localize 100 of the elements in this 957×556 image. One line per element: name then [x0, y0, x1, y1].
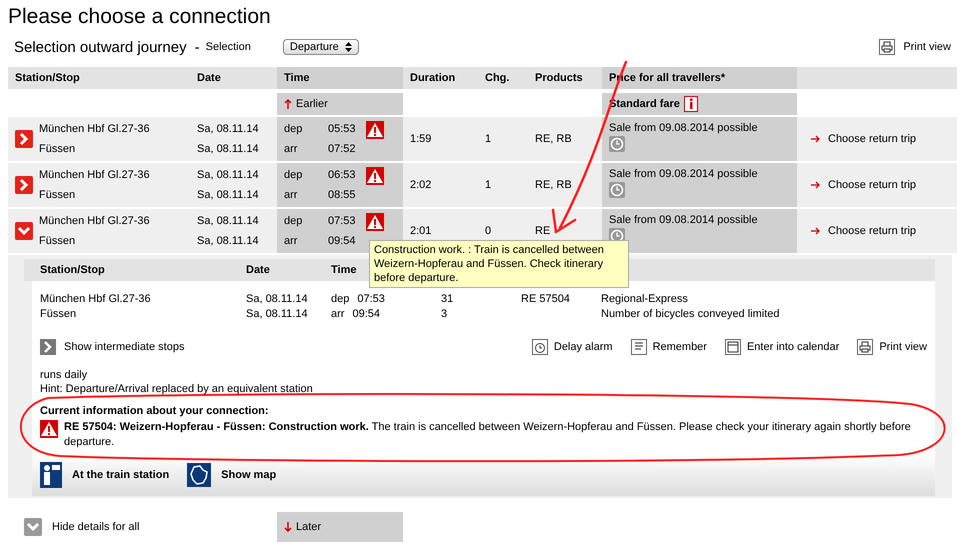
action-link[interactable]: Delay alarm	[554, 341, 613, 353]
column-header: Station/Stop	[40, 264, 105, 276]
date-text: Sa, 08.11.14	[197, 189, 260, 201]
page-title: Please choose a connection	[8, 5, 272, 29]
date-text: Sa, 08.11.14	[197, 235, 260, 247]
return-trip-link[interactable]: Choose return trip	[828, 179, 916, 191]
tooltip: Construction work. : Train is cancelled between Weizern-Hopferau and Füssen. Check itinerary before departure.	[369, 240, 629, 288]
notepad-icon	[630, 339, 647, 355]
info-message: RE 57504: Weizern-Hopferau - Füssen: Construction work. The train is cancelled between Weizern-Hopferau and Füssen. Please check your itinerary again shortly before departure.	[64, 420, 912, 450]
station-name: München Hbf Gl.27-36	[39, 215, 150, 227]
train-note: Number of bicycles conveyed limited	[601, 308, 781, 320]
link[interactable]: At the train station	[72, 469, 170, 481]
date-text: Sa, 08.11.14	[197, 215, 260, 227]
selection-dropdown[interactable]: Departure	[282, 39, 359, 55]
column-header: Date	[246, 264, 270, 276]
price-note: Sale from 09.08.2014 possible	[609, 214, 759, 226]
column-header: Time	[331, 264, 356, 276]
date-text: Sa, 08.11.14	[197, 123, 260, 135]
date-text: Sa, 08.11.14	[246, 308, 309, 320]
down-arrow-icon	[284, 522, 292, 532]
action-link[interactable]: Print view	[879, 341, 927, 353]
printer-icon	[879, 39, 896, 55]
expand-icon[interactable]	[15, 176, 33, 194]
time-text: 05:53	[328, 123, 357, 135]
info-station-icon	[40, 462, 62, 488]
expand-icon[interactable]	[40, 339, 56, 355]
date-text: Sa, 08.11.14	[197, 143, 260, 155]
time-text: 08:55	[328, 189, 357, 201]
platform-text: 31	[441, 292, 454, 304]
platform-text: 3	[441, 308, 448, 320]
later-link[interactable]: Later	[296, 521, 322, 533]
stepper-icon	[344, 42, 352, 52]
stop-type: arr	[284, 143, 298, 155]
changes-text: 1	[485, 133, 492, 145]
clock-icon	[609, 182, 625, 198]
products-text: RE, RB	[535, 179, 573, 191]
expand-icon[interactable]	[15, 222, 33, 240]
station-name: Füssen	[40, 308, 78, 320]
products-text: RE	[535, 225, 552, 237]
stop-type: dep	[284, 123, 304, 135]
info-icon[interactable]	[684, 96, 698, 112]
clock-icon	[609, 136, 625, 152]
arrow-icon	[811, 227, 820, 235]
calendar-icon	[724, 339, 741, 355]
date-text: Sa, 08.11.14	[197, 169, 260, 181]
train-number: RE 57504	[521, 292, 570, 304]
price-note: Sale from 09.08.2014 possible	[609, 168, 759, 180]
column-header: Time	[284, 72, 310, 84]
column-header: Station/Stop	[15, 72, 80, 84]
map-icon	[187, 463, 212, 487]
changes-text: 0	[485, 225, 492, 237]
print-view-link[interactable]: Print view	[903, 41, 951, 53]
time-text: 09:54	[352, 308, 380, 320]
changes-text: 1	[485, 179, 492, 191]
duration-text: 1:59	[410, 133, 432, 145]
column-header: Products	[535, 72, 583, 84]
duration-text: 2:02	[410, 179, 432, 191]
stop-type: dep	[331, 292, 350, 304]
station-name: Füssen	[39, 235, 76, 247]
products-text: RE, RB	[535, 133, 573, 145]
return-trip-link[interactable]: Choose return trip	[828, 225, 916, 237]
action-link[interactable]: Enter into calendar	[746, 341, 840, 353]
collapse-icon[interactable]	[24, 518, 42, 536]
section-title: Selection outward journey	[14, 38, 187, 56]
up-arrow-icon	[284, 99, 292, 109]
stop-type: dep	[284, 215, 304, 227]
date-text: Sa, 08.11.14	[246, 292, 309, 304]
arrow-icon	[811, 181, 820, 189]
time-text: 06:53	[328, 169, 357, 181]
return-trip-link[interactable]: Choose return trip	[828, 133, 916, 145]
time-text: 07:52	[328, 143, 357, 155]
station-name: München Hbf Gl.27-36	[40, 292, 152, 304]
earlier-link[interactable]: Earlier	[296, 98, 328, 110]
duration-text: 2:01	[410, 225, 432, 237]
selection-label: Selection	[206, 41, 251, 53]
stop-type: arr	[284, 189, 298, 201]
expand-icon[interactable]	[15, 130, 33, 148]
train-note: Regional-Express	[601, 292, 689, 304]
link[interactable]: Show map	[221, 469, 276, 481]
stop-type: arr	[284, 235, 298, 247]
time-text: 09:54	[328, 235, 357, 247]
stop-type: dep	[284, 169, 304, 181]
price-note: Sale from 09.08.2014 possible	[609, 122, 759, 134]
station-name: München Hbf Gl.27-36	[39, 123, 150, 135]
arrow-icon	[811, 135, 820, 143]
info-heading: Current information about your connection:	[40, 405, 270, 417]
column-header: Date	[197, 72, 221, 84]
printer-icon	[857, 339, 874, 355]
hide-details-link[interactable]: Hide details for all	[52, 521, 140, 533]
column-header: Duration	[410, 72, 456, 84]
station-name: Füssen	[39, 143, 76, 155]
time-text: 07:53	[328, 215, 357, 227]
note-text: Hint: Departure/Arrival replaced by an equivalent station	[40, 383, 314, 395]
action-link[interactable]: Remember	[652, 341, 707, 353]
separator: -	[194, 38, 200, 56]
note-text: runs daily	[40, 369, 88, 381]
warning-icon	[40, 420, 58, 438]
stop-type: arr	[331, 308, 344, 320]
intermediate-stops-link[interactable]: Show intermediate stops	[64, 341, 184, 353]
column-header: Chg.	[485, 72, 510, 84]
